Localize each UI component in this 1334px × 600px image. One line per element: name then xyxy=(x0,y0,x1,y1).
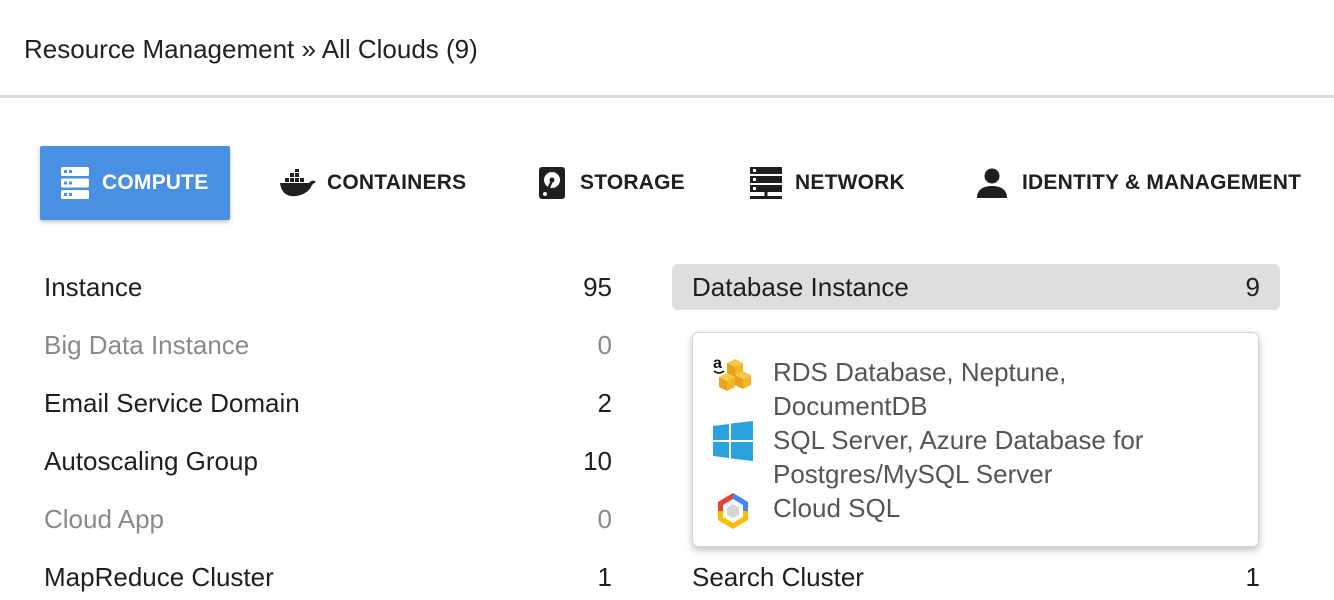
list-item-big-data-instance[interactable]: Big Data Instance 0 xyxy=(44,322,612,368)
list-item-label: Email Service Domain xyxy=(44,387,300,418)
database-providers-popover: a RDS Database, Neptune, DocumentDB SQL … xyxy=(692,332,1259,547)
tab-compute[interactable]: COMPUTE xyxy=(40,146,230,220)
list-item-label: Big Data Instance xyxy=(44,329,250,360)
google-cloud-icon xyxy=(713,491,753,536)
popover-item-text[interactable]: SQL Server, Azure Database for Postgres/… xyxy=(773,423,1213,491)
list-item-instance[interactable]: Instance 95 xyxy=(44,264,612,310)
list-item-label: Instance xyxy=(44,271,143,302)
hard-drive-icon xyxy=(538,166,566,200)
list-item-label: Cloud App xyxy=(44,503,164,534)
list-item-count: 0 xyxy=(597,503,612,534)
svg-text:a: a xyxy=(713,355,722,372)
tab-storage[interactable]: STORAGE xyxy=(538,146,685,220)
tab-storage-label: STORAGE xyxy=(580,171,685,194)
azure-windows-icon xyxy=(713,421,753,466)
aws-icon: a xyxy=(713,355,753,400)
list-item-count: 9 xyxy=(1245,271,1260,302)
list-item-mapreduce-cluster[interactable]: MapReduce Cluster 1 xyxy=(44,554,612,600)
list-item-database-instance[interactable]: Database Instance 9 xyxy=(672,264,1280,310)
tab-compute-label: COMPUTE xyxy=(102,171,209,194)
list-item-cloud-app[interactable]: Cloud App 0 xyxy=(44,496,612,542)
list-item-email-service-domain[interactable]: Email Service Domain 2 xyxy=(44,380,612,426)
list-item-autoscaling-group[interactable]: Autoscaling Group 10 xyxy=(44,438,612,484)
user-icon xyxy=(976,168,1008,198)
page-header: Resource Management » All Clouds (9) xyxy=(0,0,1334,98)
network-server-icon xyxy=(749,166,783,200)
breadcrumb: Resource Management » All Clouds (9) xyxy=(24,34,478,64)
list-item-count: 2 xyxy=(597,387,612,418)
tab-identity-management[interactable]: IDENTITY & MANAGEMENT xyxy=(976,146,1301,220)
list-item-count: 1 xyxy=(1245,561,1260,592)
tab-network-label: NETWORK xyxy=(795,171,905,194)
tab-network[interactable]: NETWORK xyxy=(749,146,905,220)
list-item-count: 10 xyxy=(583,445,612,476)
list-item-label: Autoscaling Group xyxy=(44,445,258,476)
tab-containers-label: CONTAINERS xyxy=(327,171,467,194)
server-list-icon xyxy=(60,166,90,200)
popover-item-text[interactable]: RDS Database, Neptune, DocumentDB xyxy=(773,355,1213,423)
tab-identity-management-label: IDENTITY & MANAGEMENT xyxy=(1022,171,1302,194)
docker-whale-icon xyxy=(279,169,317,197)
list-item-count: 95 xyxy=(583,271,612,302)
list-item-count: 1 xyxy=(597,561,612,592)
list-item-label: Database Instance xyxy=(692,271,909,302)
popover-item-text[interactable]: Cloud SQL xyxy=(773,491,1213,525)
list-item-label: Search Cluster xyxy=(692,561,864,592)
list-item-count: 0 xyxy=(597,329,612,360)
list-item-search-cluster[interactable]: Search Cluster 1 xyxy=(692,554,1260,600)
list-item-label: MapReduce Cluster xyxy=(44,561,274,592)
tab-containers[interactable]: CONTAINERS xyxy=(279,146,466,220)
